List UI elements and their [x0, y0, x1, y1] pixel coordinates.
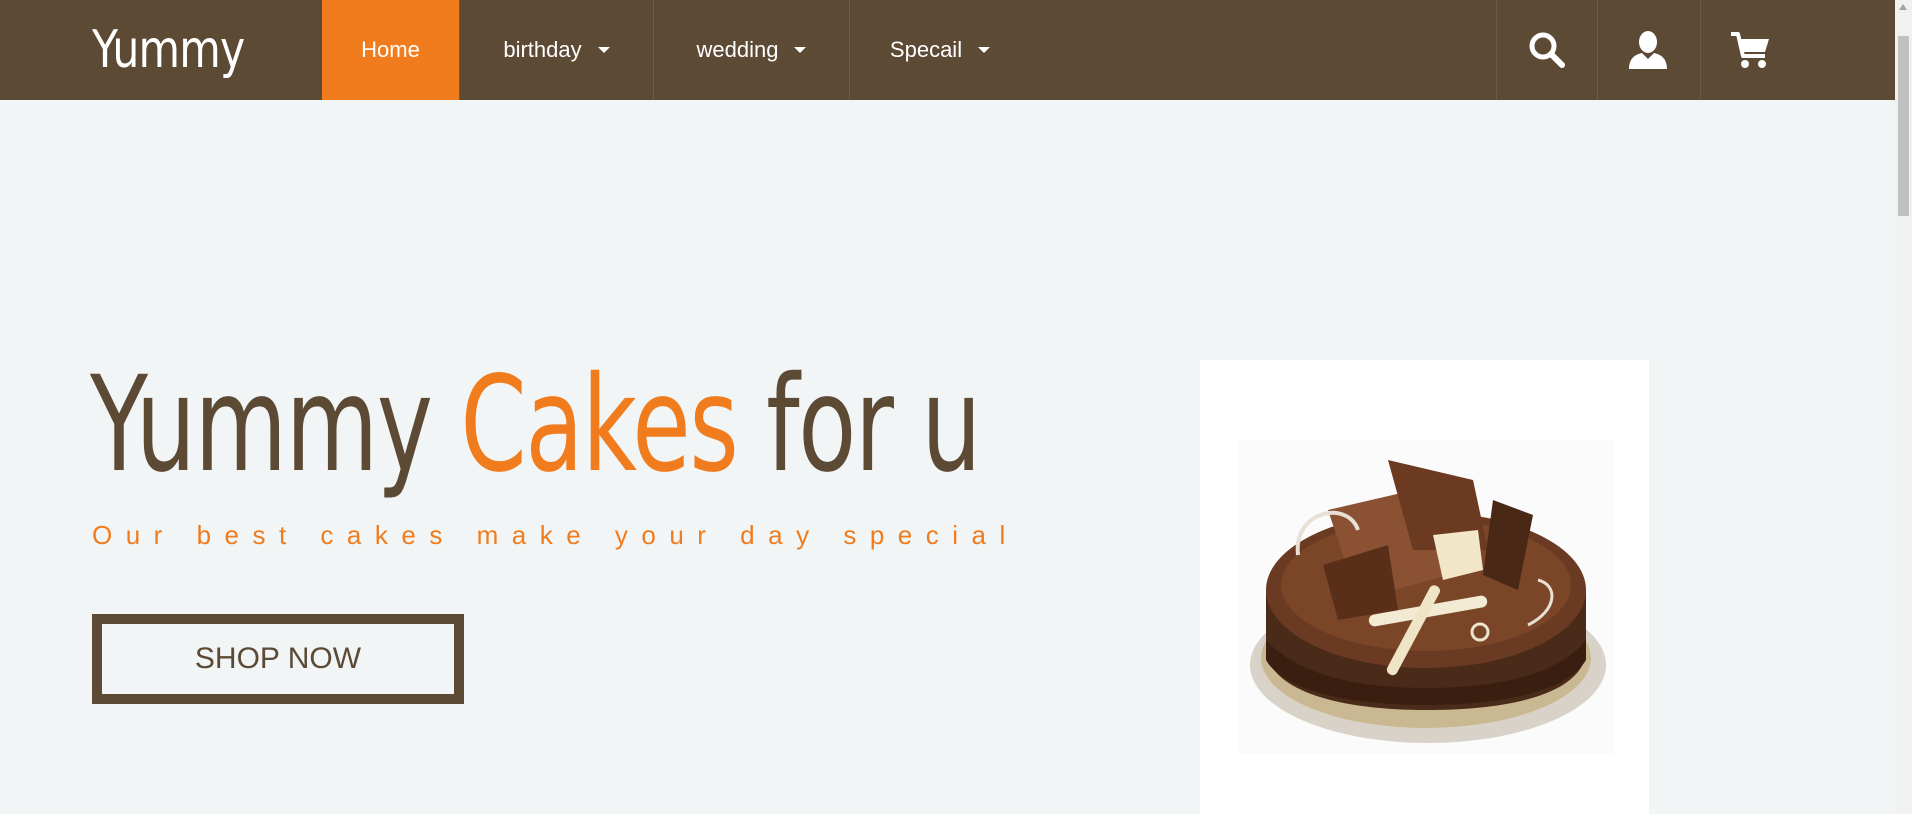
nav-item-wedding[interactable]: wedding: [654, 0, 849, 100]
shop-now-button[interactable]: SHOP NOW: [92, 614, 464, 704]
nav-item-label: wedding: [696, 37, 779, 62]
nav-item-label: birthday: [503, 37, 582, 62]
product-card[interactable]: [1200, 360, 1649, 814]
nav-item-home[interactable]: Home: [322, 0, 459, 100]
chocolate-cake-image: [1238, 440, 1614, 754]
hero-title-part1: Yummy: [90, 348, 461, 502]
page-scrollbar[interactable]: [1895, 0, 1912, 814]
hero-title-accent: Cakes: [460, 348, 738, 502]
scroll-up-icon[interactable]: [1899, 4, 1907, 10]
top-navbar: Yummy Home birthday wedding Specail: [0, 0, 1895, 100]
caret-down-icon: [978, 47, 991, 53]
search-icon: [1529, 32, 1565, 68]
user-icon: [1629, 31, 1667, 69]
hero-title-part2: for u: [737, 348, 981, 502]
brand-logo[interactable]: Yummy: [92, 14, 245, 86]
hero-tagline: Our best cakes make your day special: [92, 520, 1019, 550]
nav-item-label: Home: [361, 37, 420, 62]
nav-item-specail[interactable]: Specail: [850, 0, 1030, 100]
scroll-thumb[interactable]: [1898, 36, 1909, 216]
nav-item-birthday[interactable]: birthday: [460, 0, 653, 100]
account-button[interactable]: [1598, 0, 1698, 100]
cart-icon: [1731, 32, 1769, 68]
search-button[interactable]: [1497, 0, 1597, 100]
cart-button[interactable]: [1701, 0, 1801, 100]
nav-item-label: Specail: [889, 37, 963, 62]
caret-down-icon: [794, 47, 807, 53]
caret-down-icon: [597, 47, 610, 53]
hero-title: Yummy Cakes for u: [90, 348, 982, 502]
